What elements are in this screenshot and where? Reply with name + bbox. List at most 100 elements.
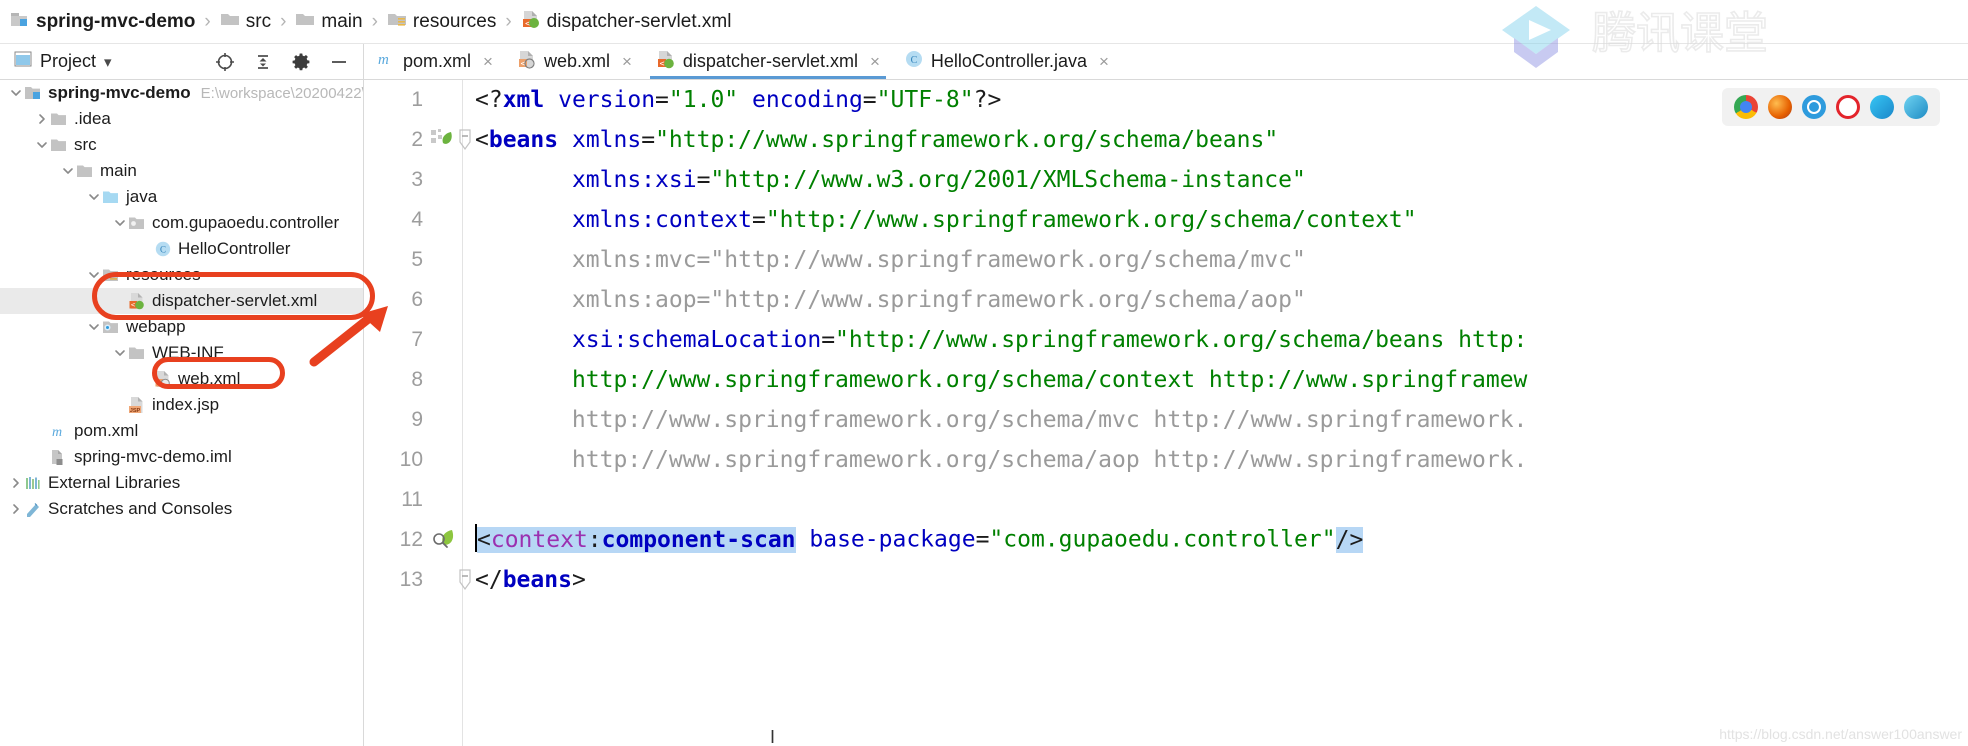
browser-icons-strip: [1722, 88, 1940, 126]
breadcrumb-item-file[interactable]: < dispatcher-servlet.xml: [521, 9, 731, 35]
tab-close-icon[interactable]: ×: [870, 52, 880, 72]
locate-icon[interactable]: [215, 52, 235, 72]
svg-text:m: m: [52, 425, 62, 440]
chevron-down-icon[interactable]: ▾: [104, 53, 112, 71]
tree-item-dispatcher-servlet-xml[interactable]: < dispatcher-servlet.xml: [0, 288, 363, 314]
tree-item-java[interactable]: java: [0, 184, 363, 210]
tree-item-label: com.gupaoedu.controller: [152, 213, 340, 232]
fold-toggle-icon[interactable]: [457, 569, 473, 591]
twisty-down-icon[interactable]: [112, 215, 128, 231]
code-text[interactable]: </beans>: [475, 567, 586, 593]
code-line[interactable]: 10 http://www.springframework.org/schema…: [365, 440, 1968, 480]
hide-minus-icon[interactable]: [329, 52, 349, 72]
breadcrumb-separator: ›: [204, 10, 211, 32]
tree-item-label: spring-mvc-demo: [48, 83, 191, 102]
code-text[interactable]: <beans xmlns="http://www.springframework…: [475, 127, 1278, 153]
code-text[interactable]: <context:component-scan base-package="co…: [475, 524, 1364, 554]
twisty-down-icon[interactable]: [8, 85, 24, 101]
tab-hellocontroller-java[interactable]: C HelloController.java ×: [892, 44, 1121, 79]
tab-close-icon[interactable]: ×: [483, 52, 493, 72]
breadcrumb-item-project[interactable]: spring-mvc-demo: [10, 10, 195, 34]
code-text[interactable]: xsi:schemaLocation="http://www.springfra…: [475, 327, 1527, 353]
tree-item-scratches-and-consoles[interactable]: Scratches and Consoles: [0, 496, 363, 522]
code-line[interactable]: 2 <beans xmlns="http://www.springframewor…: [365, 120, 1968, 160]
twisty-down-icon[interactable]: [86, 189, 102, 205]
tree-item-hellocontroller[interactable]: C HelloController: [0, 236, 363, 262]
breadcrumb-item-resources[interactable]: resources: [387, 10, 496, 34]
collapse-all-icon[interactable]: [253, 52, 273, 72]
twisty-down-icon[interactable]: [86, 267, 102, 283]
tree-item-label: index.jsp: [152, 395, 220, 414]
code-line[interactable]: 13 </beans>: [365, 560, 1968, 600]
breadcrumb-separator: ›: [505, 10, 512, 32]
tree-item-resources[interactable]: resources: [0, 262, 363, 288]
tree-item-com-gupaoedu-controller[interactable]: com.gupaoedu.controller: [0, 210, 363, 236]
folder-icon: [128, 344, 146, 362]
code-editor[interactable]: 1 <?xml version="1.0" encoding="UTF-8"?> 2…: [365, 80, 1968, 746]
project-window-icon: [14, 50, 32, 73]
code-text[interactable]: xmlns:xsi="http://www.w3.org/2001/XMLSch…: [475, 167, 1306, 193]
spring-bean-icon[interactable]: [429, 128, 459, 152]
tree-item-index-jsp[interactable]: JSP index.jsp: [0, 392, 363, 418]
tree-item-spring-mvc-demo[interactable]: spring-mvc-demo E:\workspace\20200422\s: [0, 80, 363, 106]
tree-item-external-libraries[interactable]: External Libraries: [0, 470, 363, 496]
code-line[interactable]: 11: [365, 480, 1968, 520]
code-text[interactable]: http://www.springframework.org/schema/mv…: [475, 407, 1527, 433]
tree-item-spring-mvc-demo-iml[interactable]: spring-mvc-demo.iml: [0, 444, 363, 470]
code-text[interactable]: http://www.springframework.org/schema/ao…: [475, 447, 1527, 473]
twisty-right-icon[interactable]: [8, 475, 24, 491]
twisty-right-icon[interactable]: [8, 501, 24, 517]
breadcrumb-item-src[interactable]: src: [220, 10, 271, 34]
tree-item-pom-xml[interactable]: m pom.xml: [0, 418, 363, 444]
code-text[interactable]: xmlns:context="http://www.springframewor…: [475, 207, 1417, 233]
settings-gear-icon[interactable]: [291, 52, 311, 72]
code-area[interactable]: 1 <?xml version="1.0" encoding="UTF-8"?> 2…: [365, 80, 1968, 746]
bean-gutter-icon[interactable]: [429, 527, 459, 553]
code-line[interactable]: 7 xsi:schemaLocation="http://www.springf…: [365, 320, 1968, 360]
code-line[interactable]: 9 http://www.springframework.org/schema/…: [365, 400, 1968, 440]
breadcrumb-label: spring-mvc-demo: [36, 10, 196, 32]
libraries-icon: [24, 474, 42, 492]
code-text[interactable]: <?xml version="1.0" encoding="UTF-8"?>: [475, 87, 1001, 113]
svg-text:m: m: [378, 52, 389, 68]
tree-item-src[interactable]: src: [0, 132, 363, 158]
code-line[interactable]: 4 xmlns:context="http://www.springframew…: [365, 200, 1968, 240]
mouse-text-cursor: I: [770, 727, 776, 746]
code-line[interactable]: 12 <context:component-scan base-package="…: [365, 520, 1968, 560]
twisty-down-icon[interactable]: [86, 319, 102, 335]
java-class-icon: C: [904, 49, 924, 74]
tree-item-main[interactable]: main: [0, 158, 363, 184]
tab-close-icon[interactable]: ×: [1099, 52, 1109, 72]
tree-item-label: webapp: [126, 317, 186, 336]
code-line[interactable]: 5 xmlns:mvc="http://www.springframework.…: [365, 240, 1968, 280]
breadcrumb-separator: ›: [371, 10, 378, 32]
tree-item-webapp[interactable]: webapp: [0, 314, 363, 340]
code-text[interactable]: http://www.springframework.org/schema/co…: [475, 367, 1527, 393]
code-text[interactable]: xmlns:mvc="http://www.springframework.or…: [475, 247, 1306, 273]
blog-watermark: https://blog.csdn.net/answer100answer: [1719, 726, 1962, 742]
maven-m-icon: m: [376, 49, 396, 74]
tab-pom-xml[interactable]: m pom.xml ×: [364, 44, 505, 79]
resources-folder-icon: [387, 10, 407, 34]
fold-toggle-icon[interactable]: [457, 129, 473, 151]
tab-close-icon[interactable]: ×: [622, 52, 632, 72]
code-line[interactable]: 8 http://www.springframework.org/schema/…: [365, 360, 1968, 400]
tab-web-xml[interactable]: < web.xml ×: [505, 44, 644, 79]
code-line[interactable]: 3 xmlns:xsi="http://www.w3.org/2001/XMLS…: [365, 160, 1968, 200]
twisty-down-icon[interactable]: [34, 137, 50, 153]
tree-item-web-inf[interactable]: WEB-INF: [0, 340, 363, 366]
xml-spring-file-icon: <: [128, 292, 146, 310]
tree-item-idea[interactable]: .idea: [0, 106, 363, 132]
twisty-down-icon[interactable]: [112, 345, 128, 361]
tree-item-web-xml[interactable]: < web.xml: [0, 366, 363, 392]
code-text[interactable]: xmlns:aop="http://www.springframework.or…: [475, 287, 1306, 313]
project-pane-title: Project: [40, 51, 97, 71]
svg-text:C: C: [160, 244, 166, 254]
breadcrumb-item-main[interactable]: main: [295, 10, 363, 34]
twisty-right-icon[interactable]: [34, 111, 50, 127]
project-tree[interactable]: spring-mvc-demo E:\workspace\20200422\s .i…: [0, 80, 364, 746]
twisty-down-icon[interactable]: [60, 163, 76, 179]
line-number: 4: [411, 208, 423, 231]
code-line[interactable]: 6 xmlns:aop="http://www.springframework.…: [365, 280, 1968, 320]
tab-dispatcher-servlet-xml[interactable]: < dispatcher-servlet.xml ×: [644, 44, 892, 79]
